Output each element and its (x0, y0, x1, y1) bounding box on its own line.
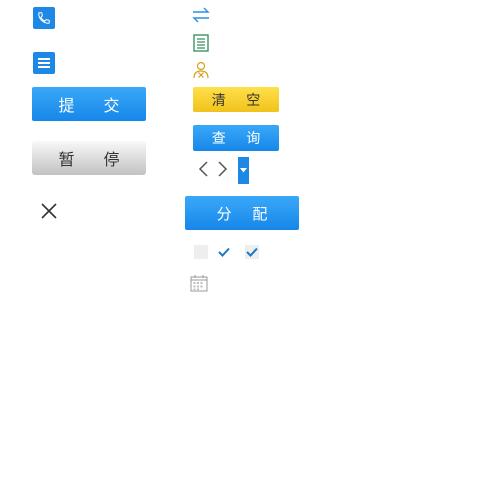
prev-button[interactable] (197, 160, 209, 178)
dropdown-button[interactable] (238, 157, 249, 184)
menu-icon (38, 58, 50, 68)
list-document-icon (193, 34, 209, 52)
submit-button[interactable]: 提 交 (32, 87, 146, 121)
close-button[interactable] (40, 202, 58, 220)
chevron-right-icon (218, 161, 228, 177)
checkmark-icon (246, 247, 258, 257)
chevron-left-icon (198, 161, 208, 177)
dropdown-caret-icon (240, 168, 247, 173)
user-remove-icon (193, 61, 209, 79)
clear-button[interactable]: 清 空 (193, 87, 279, 112)
list-button[interactable] (193, 34, 209, 52)
transfer-button[interactable] (191, 6, 211, 24)
user-remove-button[interactable] (192, 61, 210, 79)
pause-button[interactable]: 暂 停 (32, 141, 146, 175)
assign-button[interactable]: 分 配 (185, 196, 299, 230)
menu-button[interactable] (33, 52, 55, 74)
checkmark-icon (218, 247, 230, 257)
checkbox-checked-plain[interactable] (217, 245, 231, 259)
calendar-button[interactable] (190, 274, 208, 292)
checkbox-unchecked[interactable] (194, 245, 208, 259)
query-button[interactable]: 查 询 (193, 125, 279, 151)
phone-button[interactable] (33, 7, 55, 29)
calendar-icon (190, 275, 208, 292)
close-icon (41, 203, 57, 219)
phone-icon (38, 12, 50, 24)
checkbox-checked-boxed[interactable] (245, 245, 259, 259)
transfer-arrows-icon (192, 7, 210, 23)
next-button[interactable] (217, 160, 229, 178)
